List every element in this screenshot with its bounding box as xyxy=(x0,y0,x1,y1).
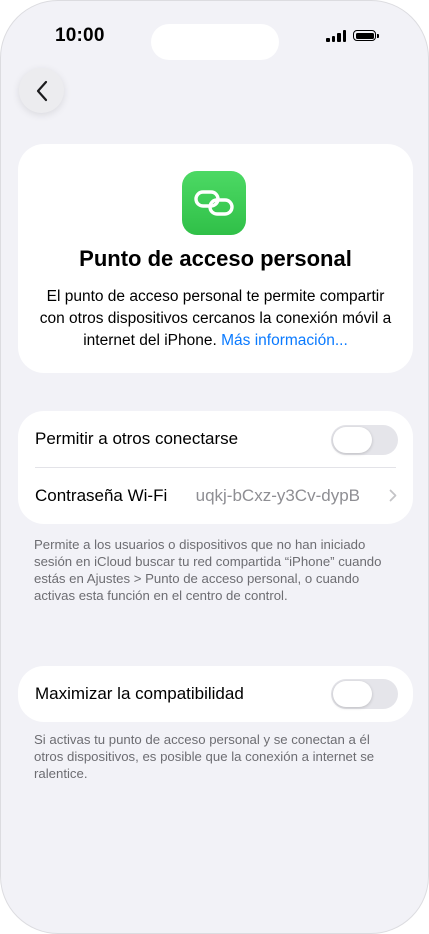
compatibility-card: Maximizar la compatibilidad xyxy=(18,666,413,722)
compatibility-toggle[interactable] xyxy=(331,679,398,709)
hotspot-info-card: Punto de acceso personal El punto de acc… xyxy=(18,144,413,373)
dynamic-island xyxy=(151,24,279,60)
page-title: Punto de acceso personal xyxy=(79,246,352,271)
compatibility-footnote: Si activas tu punto de acceso personal y… xyxy=(34,732,375,781)
battery-icon xyxy=(353,30,379,41)
status-time: 10:00 xyxy=(55,25,105,46)
wifi-password-value: uqkj-bCxz-y3Cv-dypB xyxy=(195,486,360,505)
toggle-knob xyxy=(333,427,372,453)
back-button[interactable] xyxy=(19,68,64,113)
allow-others-toggle[interactable] xyxy=(331,425,398,455)
sharing-settings-card: Permitir a otros conectarse Contraseña W… xyxy=(18,411,413,524)
more-info-link[interactable]: Más información... xyxy=(221,332,348,349)
compatibility-label: Maximizar la compatibilidad xyxy=(35,684,244,703)
link-chain-icon xyxy=(194,190,234,216)
wifi-password-row[interactable]: Contraseña Wi‑Fi uqkj-bCxz-y3Cv-dypB xyxy=(35,468,396,524)
sharing-footnote: Permite a los usuarios o dispositivos qu… xyxy=(34,537,382,603)
hotspot-app-icon xyxy=(182,171,246,235)
toggle-knob xyxy=(333,681,372,707)
phone-screen: 10:00 Punto de acceso personal El punto … xyxy=(0,0,429,934)
status-icons xyxy=(326,29,379,42)
allow-others-label: Permitir a otros conectarse xyxy=(35,429,239,448)
chevron-right-icon xyxy=(389,489,397,502)
hero-description: El punto de acceso personal te permite c… xyxy=(32,286,399,352)
chevron-left-icon xyxy=(36,80,47,101)
wifi-password-label: Contraseña Wi‑Fi xyxy=(35,486,168,505)
cellular-signal-icon xyxy=(326,29,346,42)
